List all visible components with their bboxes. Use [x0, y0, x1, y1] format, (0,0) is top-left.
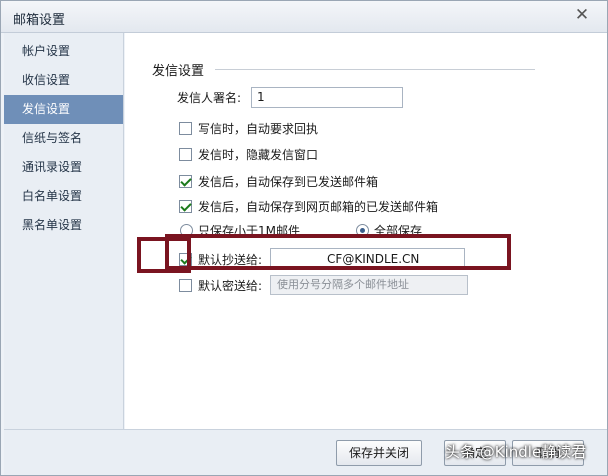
section-divider	[215, 69, 535, 70]
save-to-sent-checkbox[interactable]	[179, 175, 192, 188]
save-to-web-sent-label: 发信后，自动保存到网页邮箱的已发送邮件箱	[198, 200, 439, 214]
sidebar-item-whitelist[interactable]: 白名单设置	[4, 182, 123, 211]
default-bcc-input[interactable]: 使用分号分隔多个邮件地址	[270, 275, 469, 295]
hide-send-window-checkbox[interactable]	[179, 148, 192, 161]
save-to-sent-label: 发信后，自动保存到已发送邮件箱	[198, 175, 379, 189]
section-title: 发信设置	[152, 64, 205, 79]
sidebar-item-send[interactable]: 发信设置	[4, 95, 123, 124]
option-hide-send-window[interactable]: 发信时，隐藏发信窗口	[179, 146, 318, 163]
read-receipt-label: 写信时，自动要求回执	[198, 122, 319, 136]
sender-name-input[interactable]: 1	[251, 87, 404, 108]
sidebar-item-blacklist[interactable]: 黑名单设置	[4, 211, 123, 240]
hide-send-window-label: 发信时，隐藏发信窗口	[198, 148, 319, 162]
close-icon[interactable]: ✕	[573, 6, 591, 24]
default-bcc-row: 默认密送给: 使用分号分隔多个邮件地址	[179, 275, 469, 295]
option-save-to-sent[interactable]: 发信后，自动保存到已发送邮件箱	[179, 173, 378, 190]
default-bcc-checkbox[interactable]	[179, 278, 192, 292]
save-to-web-sent-checkbox[interactable]	[179, 200, 192, 213]
read-receipt-checkbox[interactable]	[179, 122, 192, 135]
window-title: 邮箱设置	[13, 13, 66, 28]
sidebar-item-stationery-signature[interactable]: 信纸与签名	[4, 124, 123, 153]
sender-name-row: 发信人署名: 1	[177, 87, 404, 108]
sidebar-item-account[interactable]: 帐户设置	[4, 37, 123, 66]
option-read-receipt[interactable]: 写信时，自动要求回执	[179, 120, 318, 137]
watermark-text: 头条 @Kindle静读君	[445, 443, 587, 461]
save-and-close-button[interactable]: 保存并关闭	[336, 440, 422, 466]
annotation-box-cc-field	[165, 234, 511, 270]
mail-settings-dialog: 邮箱设置 ✕ 帐户设置 收信设置 发信设置 信纸与签名 通讯录设置 白名单设置 …	[0, 0, 608, 476]
default-bcc-label: 默认密送给:	[198, 278, 263, 293]
title-bar: 邮箱设置 ✕	[1, 1, 607, 33]
sidebar-item-receive[interactable]: 收信设置	[4, 66, 123, 95]
settings-sidebar: 帐户设置 收信设置 发信设置 信纸与签名 通讯录设置 白名单设置 黑名单设置	[4, 33, 124, 429]
send-settings-panel: 发信设置 发信人署名: 1 写信时，自动要求回执 发信时，隐藏发信窗口 发信后，…	[125, 33, 607, 429]
sidebar-item-contacts[interactable]: 通讯录设置	[4, 153, 123, 182]
sender-name-label: 发信人署名:	[177, 91, 242, 105]
option-save-to-web-sent[interactable]: 发信后，自动保存到网页邮箱的已发送邮件箱	[179, 198, 438, 215]
